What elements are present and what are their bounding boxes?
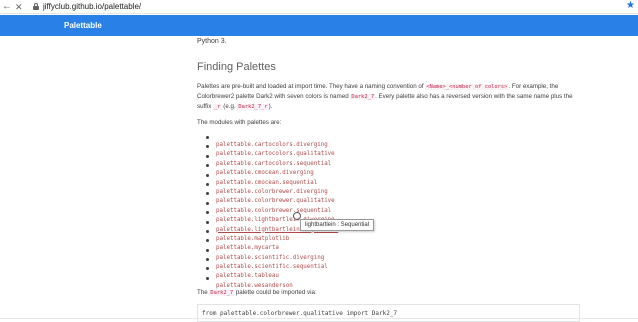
bullet-icon bbox=[206, 229, 209, 233]
lock-icon[interactable] bbox=[33, 3, 39, 10]
paragraph-text: ). bbox=[268, 103, 273, 110]
list-item: palettable.colorbrewer.diverging bbox=[206, 180, 587, 195]
list-item: palettable.lightbartlein.sequential bbox=[206, 218, 587, 233]
bullet-icon bbox=[206, 136, 209, 139]
bullet-icon bbox=[206, 267, 209, 271]
bullet-icon bbox=[206, 276, 209, 280]
list-item: palettable.cartocolors.sequential bbox=[206, 152, 587, 167]
inline-code: <Name>_<number of colors> bbox=[425, 84, 509, 90]
bullet-icon bbox=[206, 164, 209, 168]
paragraph-text: The bbox=[197, 289, 210, 297]
code-block: from palettable.colorbrewer.qualitative … bbox=[197, 304, 580, 322]
address-bar-url[interactable]: jiffyclub.github.io/palettable/ bbox=[43, 1, 141, 13]
modules-intro-paragraph: The modules with palettes are: bbox=[197, 119, 282, 126]
site-brand-link[interactable]: Palettable bbox=[64, 20, 102, 31]
link-tooltip: lightbartlein : Sequential bbox=[300, 219, 375, 231]
list-item: palettable.wesanderson bbox=[206, 274, 587, 289]
list-item: palettable.scientific.sequential bbox=[206, 255, 587, 270]
bookmark-star-icon[interactable]: ★ bbox=[626, 0, 635, 12]
bullet-icon bbox=[206, 211, 209, 215]
site-header: Palettable bbox=[0, 15, 638, 36]
section-heading: Finding Palettes bbox=[197, 61, 276, 73]
paragraph-text: (e.g. bbox=[221, 103, 238, 110]
modules-list: palettable.cartocolors.diverging paletta… bbox=[206, 133, 587, 289]
naming-convention-paragraph: Palettes are pre-built and loaded at imp… bbox=[197, 82, 587, 112]
main-content: Python 3. Finding Palettes Palettes are … bbox=[197, 36, 587, 322]
bullet-icon bbox=[206, 173, 209, 177]
list-item: palettable.tableau bbox=[206, 264, 587, 279]
list-item: palettable.cartocolors.diverging bbox=[206, 133, 587, 148]
bullet-icon bbox=[206, 201, 209, 205]
bullet-icon bbox=[206, 145, 209, 149]
paragraph-text: Palettes are pre-built and loaded at imp… bbox=[197, 83, 426, 90]
bullet-icon bbox=[206, 154, 209, 158]
list-item: palettable.cmocean.sequential bbox=[206, 171, 587, 186]
inline-code: Dark2_7_r bbox=[237, 104, 269, 110]
divider bbox=[0, 318, 638, 319]
python-version-text: Python 3. bbox=[197, 38, 227, 45]
list-item: palettable.matplotlib bbox=[206, 227, 587, 242]
back-arrow-icon[interactable]: ← bbox=[2, 1, 12, 13]
inline-code: _r bbox=[213, 104, 222, 110]
browser-toolbar: ← ✕ jiffyclub.github.io/palettable/ ★ bbox=[0, 0, 638, 14]
module-link[interactable]: palettable.wesanderson bbox=[216, 282, 293, 291]
list-item: palettable.colorbrewer.qualitative bbox=[206, 189, 587, 204]
inline-code: Dark2_7 bbox=[350, 94, 376, 100]
list-item: palettable.cartocolors.qualitative bbox=[206, 142, 587, 157]
list-item: palettable.colorbrewer.sequential bbox=[206, 199, 587, 214]
close-icon[interactable]: ✕ bbox=[15, 1, 23, 13]
bullet-icon bbox=[206, 182, 209, 186]
list-item: palettable.lightbartlein.diverging bbox=[206, 208, 587, 223]
list-item: palettable.mycarta bbox=[206, 236, 587, 251]
bullet-icon bbox=[206, 258, 209, 262]
list-item: palettable.cmocean.diverging bbox=[206, 161, 587, 176]
bullet-icon bbox=[206, 248, 209, 252]
bullet-icon bbox=[206, 192, 209, 196]
bullet-icon bbox=[206, 220, 209, 224]
bullet-icon bbox=[206, 239, 209, 243]
list-item: palettable.scientific.diverging bbox=[206, 246, 587, 261]
